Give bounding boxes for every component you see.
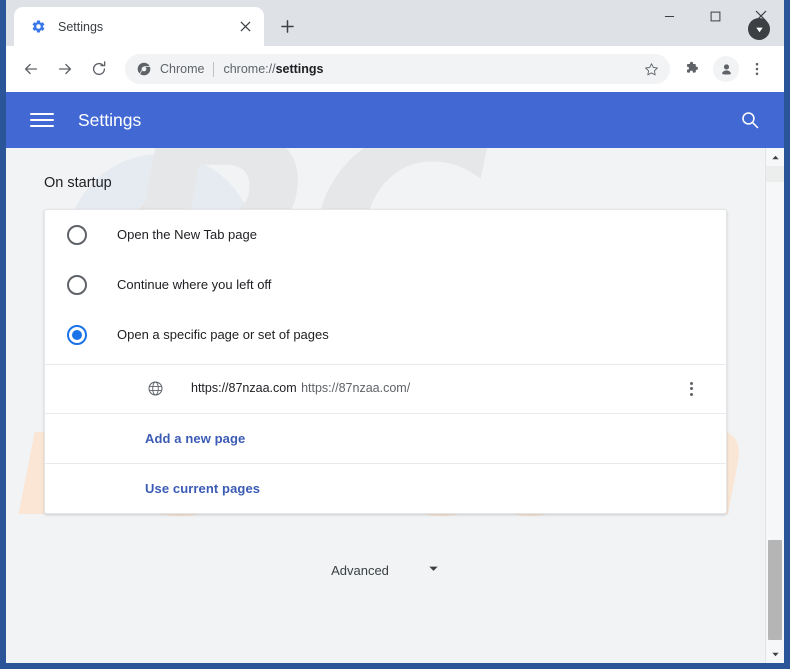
forward-icon[interactable] bbox=[50, 54, 80, 84]
startup-option-label: Open the New Tab page bbox=[117, 227, 257, 242]
settings-app: Settings PC risk.com On startup bbox=[6, 92, 784, 663]
section-heading: On startup bbox=[44, 175, 112, 191]
vertical-scrollbar[interactable] bbox=[765, 148, 784, 663]
search-icon[interactable] bbox=[732, 102, 768, 138]
back-icon[interactable] bbox=[16, 54, 46, 84]
browser-window: Settings Chrome chrome://settings Settin… bbox=[0, 0, 790, 669]
scrollbar-track-top[interactable] bbox=[766, 166, 784, 182]
chevron-down-icon[interactable] bbox=[427, 562, 440, 580]
star-icon[interactable] bbox=[638, 56, 664, 82]
startup-page-url: https://87nzaa.com/ bbox=[301, 380, 411, 395]
settings-content: On startup Open the New Tab page Continu… bbox=[6, 148, 765, 580]
radio-icon[interactable] bbox=[67, 224, 87, 245]
tab-title: Settings bbox=[58, 19, 104, 34]
omnibox-divider bbox=[213, 61, 215, 77]
close-button[interactable] bbox=[738, 0, 784, 32]
omnibox-url: chrome://settings bbox=[223, 62, 638, 76]
settings-scroll-area: PC risk.com On startup Open the New Tab … bbox=[6, 148, 765, 663]
browser-toolbar: Chrome chrome://settings bbox=[6, 46, 784, 92]
startup-page-row: https://87nzaa.com https://87nzaa.com/ bbox=[45, 363, 726, 413]
startup-page-title: https://87nzaa.com bbox=[191, 380, 297, 395]
startup-page-texts: https://87nzaa.com https://87nzaa.com/ bbox=[191, 379, 678, 398]
add-new-page-link[interactable]: Add a new page bbox=[145, 431, 245, 446]
omnibox-url-path: settings bbox=[275, 62, 324, 76]
advanced-toggle[interactable]: Advanced bbox=[6, 562, 765, 580]
tab-strip: Settings bbox=[6, 0, 784, 46]
gear-icon bbox=[30, 19, 46, 35]
settings-appbar: Settings bbox=[6, 92, 784, 148]
startup-option-label: Open a specific page or set of pages bbox=[117, 327, 329, 342]
scroll-down-icon[interactable] bbox=[766, 645, 784, 663]
globe-icon bbox=[145, 379, 165, 399]
scroll-up-icon[interactable] bbox=[766, 148, 784, 166]
startup-option-new-tab[interactable]: Open the New Tab page bbox=[45, 210, 726, 260]
use-current-pages-link[interactable]: Use current pages bbox=[145, 481, 260, 496]
startup-page-menu-icon[interactable] bbox=[678, 376, 704, 402]
advanced-label: Advanced bbox=[331, 563, 389, 578]
window-controls bbox=[646, 0, 784, 32]
omnibox-url-prefix: chrome:// bbox=[223, 62, 276, 76]
startup-option-continue[interactable]: Continue where you left off bbox=[45, 260, 726, 310]
close-icon[interactable] bbox=[234, 16, 256, 38]
startup-option-specific-pages[interactable]: Open a specific page or set of pages bbox=[45, 310, 726, 360]
page-title: Settings bbox=[78, 109, 142, 130]
scrollbar-thumb[interactable] bbox=[768, 540, 782, 640]
add-new-page-row[interactable]: Add a new page bbox=[45, 412, 726, 463]
hamburger-icon[interactable] bbox=[30, 108, 54, 132]
startup-option-label: Continue where you left off bbox=[117, 277, 272, 292]
reload-icon[interactable] bbox=[84, 54, 114, 84]
puzzle-icon[interactable] bbox=[676, 54, 706, 84]
chrome-logo-icon bbox=[136, 61, 152, 77]
radio-icon-selected[interactable] bbox=[67, 324, 87, 345]
address-bar[interactable]: Chrome chrome://settings bbox=[125, 54, 670, 84]
radio-icon[interactable] bbox=[67, 274, 87, 295]
on-startup-card: Open the New Tab page Continue where you… bbox=[44, 208, 727, 514]
use-current-pages-row[interactable]: Use current pages bbox=[45, 462, 726, 513]
omnibox-chip-label: Chrome bbox=[160, 62, 205, 76]
browser-menu-icon[interactable] bbox=[742, 54, 772, 84]
new-tab-button[interactable] bbox=[270, 9, 304, 43]
maximize-button[interactable] bbox=[692, 0, 738, 32]
avatar[interactable] bbox=[713, 56, 739, 82]
tab-settings[interactable]: Settings bbox=[14, 7, 264, 46]
minimize-button[interactable] bbox=[646, 0, 692, 32]
